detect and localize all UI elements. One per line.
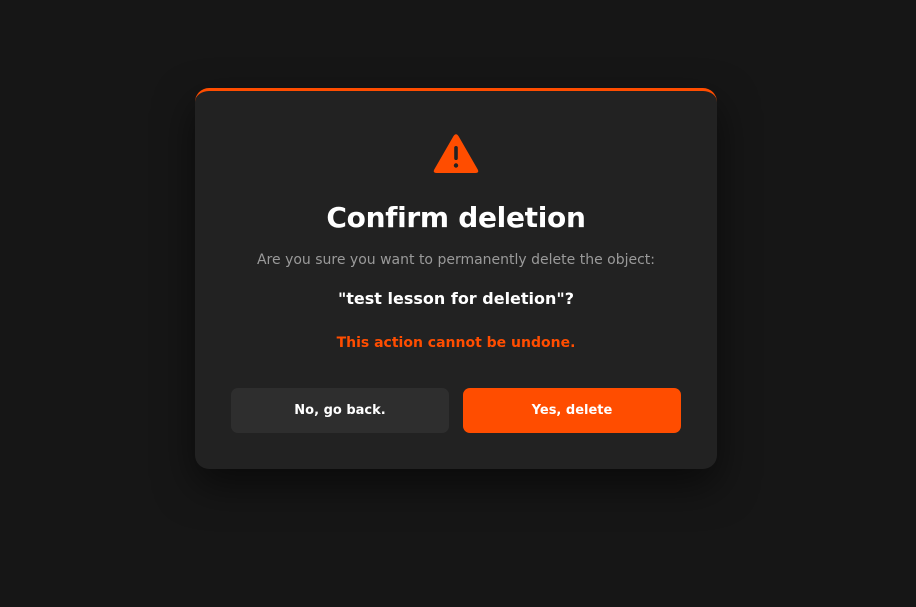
confirm-delete-button[interactable]: Yes, delete [463, 388, 681, 433]
confirm-deletion-dialog: Confirm deletion Are you sure you want t… [195, 88, 717, 469]
object-name: "test lesson for deletion"? [337, 289, 575, 308]
dialog-question: Are you sure you want to permanently del… [256, 252, 655, 268]
warning-triangle-icon [433, 134, 479, 173]
irreversible-warning: This action cannot be undone. [336, 335, 576, 351]
cancel-button[interactable]: No, go back. [231, 388, 449, 433]
dialog-title: Confirm deletion [326, 201, 586, 234]
